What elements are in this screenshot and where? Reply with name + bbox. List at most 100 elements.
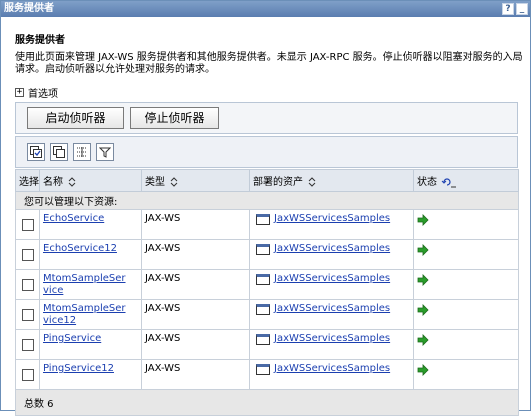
info-row: 您可以管理以下资源: xyxy=(15,191,519,210)
service-name-link[interactable]: EchoService xyxy=(43,213,104,224)
clear-filter-icon[interactable] xyxy=(96,143,114,161)
row-checkbox[interactable] xyxy=(22,369,34,381)
minimize-button[interactable]: _ xyxy=(516,3,528,15)
row-type: JAX-WS xyxy=(141,359,250,390)
asset-link[interactable]: JaxWSServicesSamples xyxy=(274,243,390,255)
preferences-toggle[interactable]: + 首选项 xyxy=(15,85,58,100)
sort-icon[interactable] xyxy=(67,177,77,187)
show-filter-icon[interactable] xyxy=(73,143,91,161)
table-row: PingService JAX-WS JaxWSServicesSamples xyxy=(15,329,519,360)
row-type: JAX-WS xyxy=(141,269,250,300)
row-type: JAX-WS xyxy=(141,209,250,240)
info-text: 您可以管理以下资源: xyxy=(15,191,519,210)
application-icon xyxy=(256,304,270,315)
started-arrow-icon xyxy=(417,364,429,376)
table-row: MtomSampleSer vice12 JAX-WS JaxWSServices… xyxy=(15,299,519,330)
started-arrow-icon xyxy=(417,214,429,226)
preferences-label[interactable]: 首选项 xyxy=(28,85,58,100)
row-type: JAX-WS xyxy=(141,299,250,330)
col-type-label[interactable]: 类型 xyxy=(145,177,165,188)
service-name-link[interactable]: EchoService12 xyxy=(43,243,117,254)
started-arrow-icon xyxy=(417,334,429,346)
row-name-cell: PingService xyxy=(39,329,142,360)
application-icon xyxy=(256,244,270,255)
titlebar-buttons: ? _ xyxy=(502,3,528,15)
row-status-cell xyxy=(413,359,519,390)
service-name-link[interactable]: PingService12 xyxy=(43,363,114,374)
row-asset-cell: JaxWSServicesSamples xyxy=(249,239,414,270)
row-checkbox[interactable] xyxy=(22,339,34,351)
col-type[interactable]: 类型 xyxy=(141,169,250,192)
row-name-cell: PingService12 xyxy=(39,359,142,390)
row-checkbox[interactable] xyxy=(22,219,34,231)
table-row: EchoService12 JAX-WS JaxWSServicesSample… xyxy=(15,239,519,270)
row-select-cell xyxy=(15,299,40,330)
section-title: 服务提供者 xyxy=(15,35,65,46)
action-button-bar: 启动侦听器 停止侦听器 xyxy=(15,102,518,134)
col-name[interactable]: 名称 xyxy=(39,169,142,192)
total-count: 总数 6 xyxy=(15,389,519,416)
sort-icon[interactable] xyxy=(169,177,179,187)
col-status[interactable]: 状态 xyxy=(413,169,519,192)
stop-listener-button[interactable]: 停止侦听器 xyxy=(130,107,219,129)
started-arrow-icon xyxy=(417,304,429,316)
service-name-link[interactable]: PingService xyxy=(43,333,101,344)
row-checkbox[interactable] xyxy=(22,309,34,321)
row-asset-cell: JaxWSServicesSamples xyxy=(249,359,414,390)
help-button[interactable]: ? xyxy=(502,3,514,15)
service-name-link[interactable]: MtomSampleSer vice12 xyxy=(43,303,126,326)
col-select: 选择 xyxy=(15,169,40,192)
row-checkbox[interactable] xyxy=(22,279,34,291)
sort-icon[interactable] xyxy=(307,177,317,187)
table-row: MtomSampleSer vice JAX-WS JaxWSServicesSa… xyxy=(15,269,519,300)
refresh-status-icon[interactable] xyxy=(441,176,457,188)
row-select-cell xyxy=(15,269,40,300)
application-icon xyxy=(256,364,270,375)
deselect-all-icon[interactable] xyxy=(50,143,68,161)
start-listener-button[interactable]: 启动侦听器 xyxy=(27,107,124,129)
started-arrow-icon xyxy=(417,274,429,286)
row-type: JAX-WS xyxy=(141,239,250,270)
asset-link[interactable]: JaxWSServicesSamples xyxy=(274,363,390,375)
service-name-link[interactable]: MtomSampleSer vice xyxy=(43,273,126,296)
asset-link[interactable]: JaxWSServicesSamples xyxy=(274,213,390,225)
row-status-cell xyxy=(413,299,519,330)
table-row: EchoService JAX-WS JaxWSServicesSamples xyxy=(15,209,519,240)
application-icon xyxy=(256,274,270,285)
application-icon xyxy=(256,214,270,225)
row-asset-cell: JaxWSServicesSamples xyxy=(249,299,414,330)
table-header-row: 选择 名称 类型 部署的资产 状态 xyxy=(15,169,519,192)
col-asset[interactable]: 部署的资产 xyxy=(249,169,414,192)
asset-link[interactable]: JaxWSServicesSamples xyxy=(274,273,390,285)
row-select-cell xyxy=(15,239,40,270)
row-asset-cell: JaxWSServicesSamples xyxy=(249,329,414,360)
row-name-cell: EchoService xyxy=(39,209,142,240)
window-titlebar: 服务提供者 ? _ xyxy=(1,1,530,17)
row-name-cell: MtomSampleSer vice xyxy=(39,269,142,300)
table-toolbar xyxy=(15,136,518,168)
col-asset-label[interactable]: 部署的资产 xyxy=(253,177,303,188)
row-status-cell xyxy=(413,239,519,270)
application-icon xyxy=(256,334,270,345)
row-checkbox[interactable] xyxy=(22,249,34,261)
total-row: 总数 6 xyxy=(15,389,519,416)
row-select-cell xyxy=(15,209,40,240)
select-all-icon[interactable] xyxy=(27,143,45,161)
asset-link[interactable]: JaxWSServicesSamples xyxy=(274,303,390,315)
asset-link[interactable]: JaxWSServicesSamples xyxy=(274,333,390,345)
row-type: JAX-WS xyxy=(141,329,250,360)
row-name-cell: EchoService12 xyxy=(39,239,142,270)
page-description: 使用此页面来管理 JAX-WS 服务提供者和其他服务提供者。未显示 JAX-RP… xyxy=(15,52,523,75)
service-providers-panel: 服务提供者 ? _ 服务提供者 使用此页面来管理 JAX-WS 服务提供者和其他… xyxy=(0,0,531,416)
table-row: PingService12 JAX-WS JaxWSServicesSample… xyxy=(15,359,519,390)
row-asset-cell: JaxWSServicesSamples xyxy=(249,269,414,300)
row-status-cell xyxy=(413,269,519,300)
row-asset-cell: JaxWSServicesSamples xyxy=(249,209,414,240)
row-status-cell xyxy=(413,209,519,240)
row-name-cell: MtomSampleSer vice12 xyxy=(39,299,142,330)
col-name-label[interactable]: 名称 xyxy=(43,177,63,188)
row-select-cell xyxy=(15,329,40,360)
started-arrow-icon xyxy=(417,244,429,256)
expand-plus-icon[interactable]: + xyxy=(15,88,24,97)
col-status-label[interactable]: 状态 xyxy=(417,177,437,188)
